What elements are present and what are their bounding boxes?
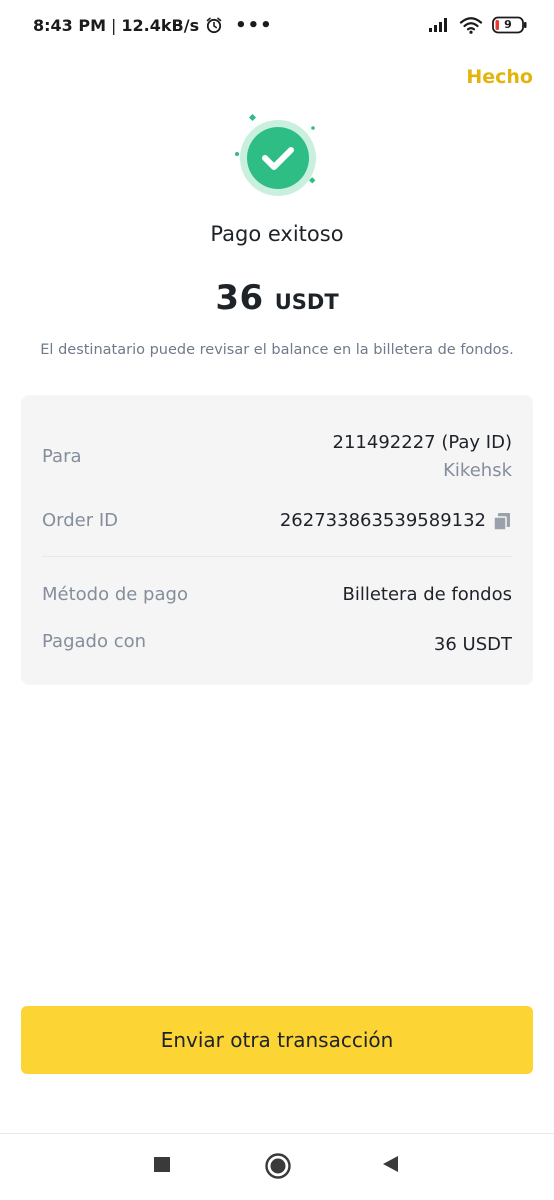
- signal-icon: [428, 17, 450, 33]
- status-time: 8:43 PM: [33, 15, 107, 35]
- square-icon[interactable]: [152, 1154, 172, 1174]
- payment-method-value: Billetera de fondos: [342, 584, 512, 605]
- to-pay-id: 211492227 (Pay ID): [332, 432, 512, 453]
- payment-method-label: Método de pago: [42, 584, 188, 605]
- card-divider: [42, 556, 512, 557]
- order-id-label: Order ID: [42, 510, 119, 531]
- circle-icon[interactable]: [264, 1152, 292, 1180]
- done-button[interactable]: Hecho: [466, 66, 533, 88]
- recipient-note: El destinatario puede revisar el balance…: [40, 342, 514, 358]
- status-separator: |: [111, 15, 117, 35]
- send-another-transaction-button[interactable]: Enviar otra transacción: [21, 1006, 533, 1074]
- success-check-icon: [230, 112, 326, 208]
- battery-icon: 9: [492, 16, 528, 34]
- copy-icon[interactable]: [492, 511, 512, 531]
- payment-status-title: Pago exitoso: [210, 222, 344, 246]
- amount-currency: USDT: [274, 290, 339, 314]
- network-speed: 12.4kB/s: [121, 15, 200, 35]
- paid-with-value: 36 USDT: [433, 634, 512, 655]
- amount-value: 36: [215, 278, 264, 318]
- screen: 8:43 PM | 12.4kB/s ••• 9 Hecho Pago exit…: [0, 0, 554, 1200]
- status-bar: 8:43 PM | 12.4kB/s ••• 9: [0, 0, 554, 50]
- payment-details-card: Para 211492227 (Pay ID) Kikehsk Order ID…: [21, 395, 533, 685]
- alarm-icon: [205, 16, 223, 34]
- more-notifications-icon: •••: [235, 14, 273, 36]
- status-left: 8:43 PM | 12.4kB/s •••: [33, 15, 273, 36]
- order-id-value: 262733863539589132: [279, 510, 486, 531]
- order-id-row: 262733863539589132: [280, 510, 512, 531]
- battery-level: 9: [504, 18, 512, 31]
- to-label: Para: [42, 446, 82, 467]
- system-nav-bar: [0, 1133, 554, 1200]
- paid-with-label: Pagado con: [42, 631, 147, 652]
- payment-amount: 36 USDT: [0, 278, 554, 318]
- status-right: 9: [428, 16, 528, 34]
- wifi-icon: [459, 16, 483, 34]
- to-name: Kikehsk: [443, 460, 512, 481]
- back-triangle-icon[interactable]: [380, 1154, 400, 1174]
